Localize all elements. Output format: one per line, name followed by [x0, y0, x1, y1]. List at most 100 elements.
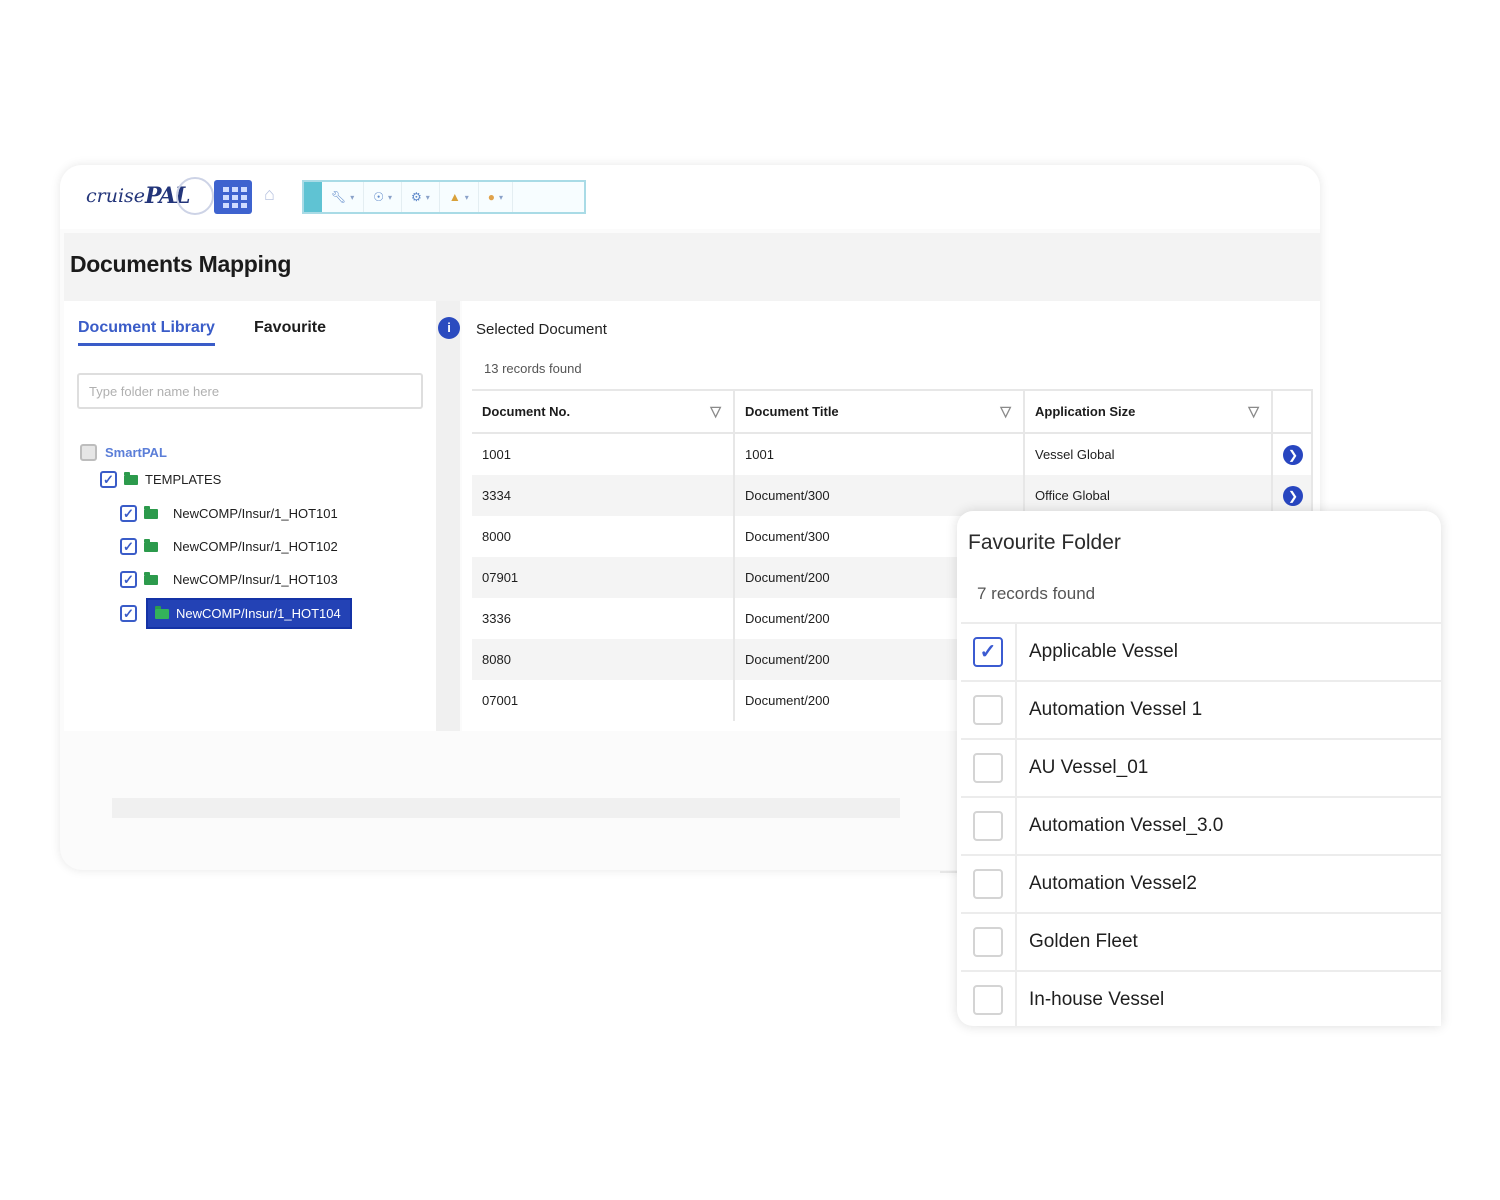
- tree-node-templates[interactable]: ✓ TEMPLATES: [100, 471, 221, 488]
- tree-node-label: NewCOMP/Insur/1_HOT102: [173, 539, 338, 554]
- cell-document-no: 8080: [472, 639, 735, 680]
- checkbox-cell: [961, 740, 1017, 796]
- chevron-down-icon: ▾: [388, 192, 393, 202]
- tree-node-leaf[interactable]: ✓ NewCOMP/Insur/1_HOT103: [120, 569, 346, 590]
- folder-icon: [144, 505, 158, 519]
- favourite-item-label: AU Vessel_01: [1029, 757, 1149, 778]
- checkbox-cell: ✓: [961, 624, 1017, 680]
- tree-root-checkbox[interactable]: [80, 444, 97, 461]
- tree-checkbox[interactable]: ✓: [120, 571, 137, 588]
- column-header-label: Document Title: [745, 404, 839, 419]
- column-header-label: Document No.: [482, 404, 571, 419]
- folder-icon: [124, 471, 138, 485]
- document-library-panel: Document Library Favourite SmartPAL ✓ TE…: [64, 301, 436, 731]
- favourite-item-label: Golden Fleet: [1029, 931, 1138, 952]
- tree-node-leaf[interactable]: ✓ NewCOMP/Insur/1_HOT101: [120, 503, 346, 524]
- list-item[interactable]: ✓ Applicable Vessel: [961, 622, 1441, 680]
- filter-icon[interactable]: ▽: [1248, 403, 1259, 420]
- toolbar-bulb-menu[interactable]: ☉ ▾: [364, 182, 403, 212]
- cell-document-no: 1001: [472, 433, 735, 475]
- arrow-right-icon[interactable]: ❯: [1283, 444, 1303, 465]
- tree-node-leaf-selected[interactable]: ✓ NewCOMP/Insur/1_HOT104: [120, 598, 352, 629]
- list-item[interactable]: AU Vessel_01: [961, 738, 1441, 796]
- favourite-folder-list: ✓ Applicable Vessel Automation Vessel 1 …: [961, 622, 1441, 1026]
- records-count: 13 records found: [484, 361, 582, 376]
- home-icon[interactable]: ⌂: [264, 185, 282, 203]
- tree-checkbox[interactable]: ✓: [120, 605, 137, 622]
- cell-document-no: 3336: [472, 598, 735, 639]
- checkbox-cell: [961, 914, 1017, 970]
- info-icon[interactable]: i: [438, 317, 460, 339]
- apps-grid-icon[interactable]: [214, 180, 252, 214]
- list-item[interactable]: Automation Vessel 1: [961, 680, 1441, 738]
- tree-node-label: NewCOMP/Insur/1_HOT101: [173, 506, 338, 521]
- column-header-document-no[interactable]: Document No. ▽: [472, 389, 735, 434]
- list-item[interactable]: Automation Vessel_3.0: [961, 796, 1441, 854]
- chevron-down-icon: ▾: [350, 192, 355, 202]
- favourite-checkbox[interactable]: [973, 753, 1003, 783]
- page-title: Documents Mapping: [70, 251, 292, 277]
- table-row[interactable]: 3334 Document/300 Office Global ❯: [472, 475, 1313, 516]
- horizontal-scrollbar[interactable]: [112, 798, 900, 818]
- favourite-checkbox[interactable]: [973, 869, 1003, 899]
- table-row[interactable]: 1001 1001 Vessel Global ❯: [472, 433, 1313, 475]
- toolbar-end: [513, 182, 525, 212]
- tab-document-library[interactable]: Document Library: [78, 319, 215, 346]
- column-header-document-title[interactable]: Document Title ▽: [734, 389, 1025, 434]
- tree-checkbox[interactable]: ✓: [100, 471, 117, 488]
- favourite-item-label: Automation Vessel_3.0: [1029, 815, 1224, 836]
- favourite-item-label: Applicable Vessel: [1029, 641, 1178, 662]
- cell-action: ❯: [1272, 433, 1313, 475]
- favourite-checkbox[interactable]: [973, 985, 1003, 1015]
- coin-icon: ●: [487, 190, 495, 204]
- checkbox-cell: [961, 798, 1017, 854]
- panel-divider[interactable]: [436, 301, 460, 731]
- list-item[interactable]: Automation Vessel2: [961, 854, 1441, 912]
- folder-search-input[interactable]: [77, 373, 423, 409]
- folder-icon: [155, 605, 169, 619]
- tree-checkbox[interactable]: ✓: [120, 538, 137, 555]
- cell-document-title: 1001: [734, 433, 1025, 475]
- favourite-checkbox[interactable]: ✓: [973, 637, 1003, 667]
- toolbar-gear-menu[interactable]: ⚙ ▾: [402, 182, 440, 212]
- table-header-row: Document No. ▽ Document Title ▽ Applicatio…: [472, 389, 1313, 434]
- tree-node-leaf[interactable]: ✓ NewCOMP/Insur/1_HOT102: [120, 536, 346, 557]
- tree-node-root[interactable]: SmartPAL: [80, 444, 167, 461]
- column-header-action: [1272, 389, 1313, 434]
- bulb-icon: ☉: [373, 190, 385, 204]
- logo-swoosh-icon: [175, 177, 214, 215]
- tree-node-label: TEMPLATES: [145, 472, 222, 487]
- folder-icon: [144, 538, 158, 552]
- cell-document-no: 07901: [472, 557, 735, 598]
- favourite-checkbox[interactable]: [973, 811, 1003, 841]
- chevron-down-icon: ▾: [425, 192, 430, 202]
- chevron-down-icon: ▾: [498, 192, 503, 202]
- favourite-item-label: Automation Vessel2: [1029, 873, 1197, 894]
- selected-document-title: Selected Document: [476, 321, 607, 338]
- favourite-checkbox[interactable]: [973, 927, 1003, 957]
- wrench-icon: 🔧︎: [331, 190, 347, 204]
- column-header-application-size[interactable]: Application Size ▽: [1024, 389, 1273, 434]
- toolbar-handle[interactable]: [304, 182, 322, 212]
- cell-document-no: 3334: [472, 475, 735, 516]
- filter-icon[interactable]: ▽: [710, 403, 721, 420]
- arrow-right-icon[interactable]: ❯: [1283, 485, 1303, 506]
- tab-favourite[interactable]: Favourite: [254, 319, 326, 337]
- list-item[interactable]: Golden Fleet: [961, 912, 1441, 970]
- checkbox-cell: [961, 682, 1017, 738]
- logo-text-1: cruise: [86, 185, 146, 207]
- cell-document-no: 8000: [472, 516, 735, 557]
- cruisepal-logo[interactable]: cruise PAL: [86, 177, 214, 215]
- favourite-checkbox[interactable]: [973, 695, 1003, 725]
- tree-node-label: NewCOMP/Insur/1_HOT104: [146, 598, 352, 629]
- cell-application-size: Vessel Global: [1024, 433, 1273, 475]
- favourite-records-count: 7 records found: [977, 584, 1096, 603]
- filter-icon[interactable]: ▽: [1000, 403, 1011, 420]
- toolbar-coin-menu[interactable]: ● ▾: [479, 182, 513, 212]
- toolbar-ship-menu[interactable]: ▲ ▾: [440, 182, 479, 212]
- ship-icon: ▲: [448, 190, 461, 204]
- favourite-folder-popup: Favourite Folder 7 records found ✓ Appli…: [957, 511, 1441, 1026]
- tree-checkbox[interactable]: ✓: [120, 505, 137, 522]
- toolbar-wrench-menu[interactable]: 🔧︎ ▾: [322, 182, 365, 212]
- list-item[interactable]: In-house Vessel: [961, 970, 1441, 1026]
